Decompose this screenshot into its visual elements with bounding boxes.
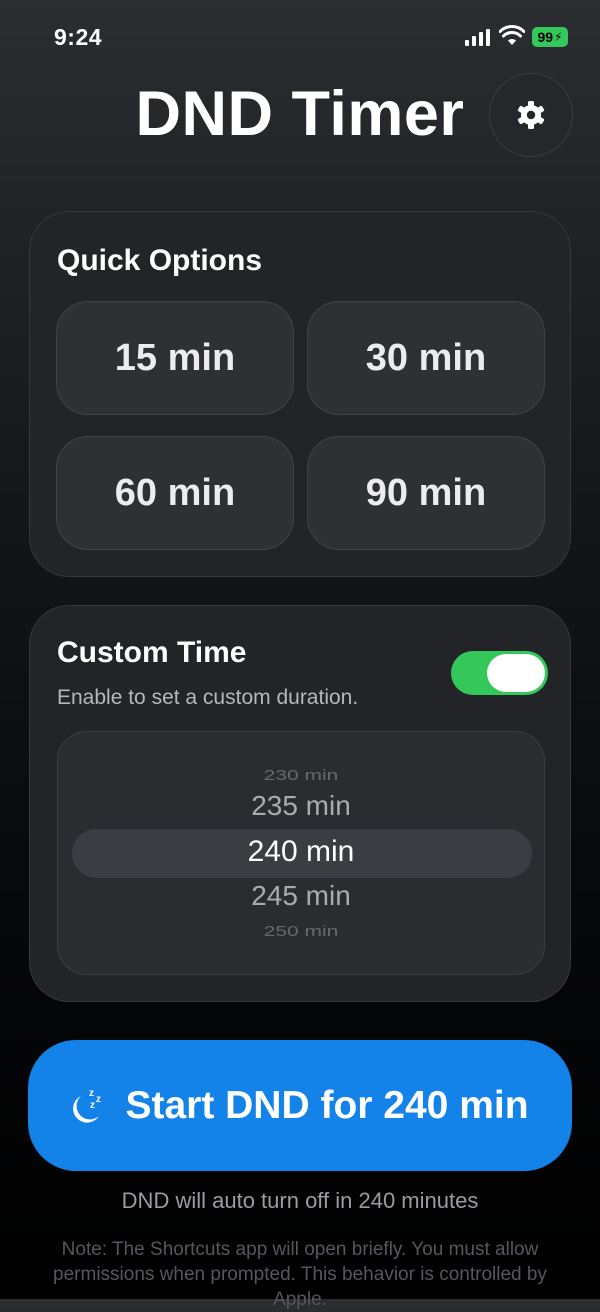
svg-text:z: z xyxy=(89,1088,94,1099)
quick-option-90[interactable]: 90 min xyxy=(307,436,545,550)
auto-off-text: DND will auto turn off in 240 minutes xyxy=(121,1188,479,1213)
svg-text:z: z xyxy=(90,1100,95,1111)
battery-indicator: 99 ⚡ xyxy=(532,27,568,47)
cellular-signal-icon xyxy=(465,29,490,46)
picker-option[interactable]: 230 min xyxy=(58,768,544,785)
start-dnd-button[interactable]: z z z Start DND for 240 min xyxy=(28,1040,572,1171)
picker-option[interactable]: 245 min xyxy=(58,880,544,912)
moon-zzz-icon: z z z xyxy=(73,1088,101,1123)
battery-level: 99 xyxy=(537,29,554,45)
duration-picker[interactable]: 230 min 235 min 240 min 245 min 250 min xyxy=(57,731,545,975)
custom-time-toggle[interactable] xyxy=(451,651,548,695)
picker-option[interactable]: 235 min xyxy=(58,790,544,822)
toggle-knob xyxy=(487,654,545,692)
permissions-note: Note: The Shortcuts app will open briefl… xyxy=(53,1239,547,1310)
custom-time-card: Custom Time Enable to set a custom durat… xyxy=(29,605,571,1002)
quick-options-card: Quick Options 15 min 30 min 60 min 90 mi… xyxy=(29,211,571,577)
quick-option-15[interactable]: 15 min xyxy=(56,301,294,415)
custom-time-subtitle: Enable to set a custom duration. xyxy=(57,686,359,709)
charging-bolt-icon: ⚡ xyxy=(554,30,563,44)
gear-icon xyxy=(517,101,545,129)
quick-option-30[interactable]: 30 min xyxy=(307,301,545,415)
svg-text:z: z xyxy=(96,1094,101,1105)
settings-button[interactable] xyxy=(489,73,573,157)
quick-options-title: Quick Options xyxy=(57,244,263,277)
start-dnd-label: Start DND for 240 min xyxy=(125,1083,529,1127)
picker-option[interactable]: 250 min xyxy=(58,924,544,941)
wifi-icon xyxy=(499,25,525,45)
status-time: 9:24 xyxy=(54,24,103,50)
quick-option-60[interactable]: 60 min xyxy=(56,436,294,550)
status-bar: 9:24 99 ⚡ xyxy=(0,0,600,80)
picker-option-selected[interactable]: 240 min xyxy=(58,835,544,869)
custom-time-title: Custom Time xyxy=(57,636,247,669)
